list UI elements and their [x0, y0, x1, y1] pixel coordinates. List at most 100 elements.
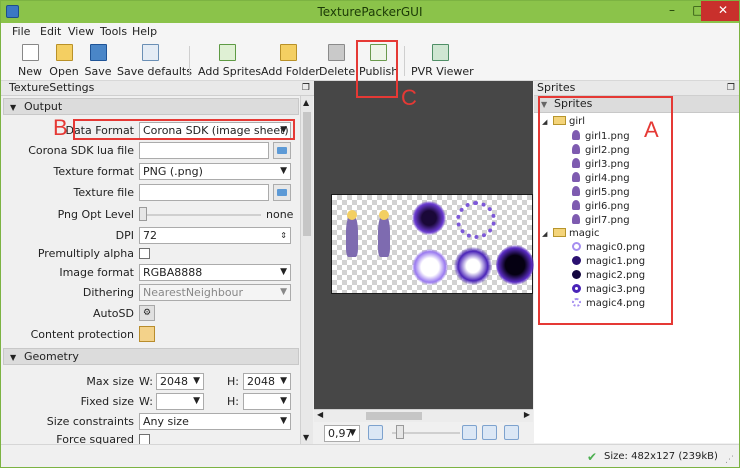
magic-sprite [496, 245, 534, 285]
menu-help[interactable]: Help [132, 25, 157, 38]
minimize-button[interactable]: – [659, 1, 685, 21]
new-label: New [18, 65, 42, 78]
dpi-spinbox[interactable]: 72 ⇕ [139, 227, 291, 244]
dpi-label: DPI [115, 229, 134, 242]
scroll-down-icon[interactable]: ▼ [303, 433, 309, 442]
zoom-in-icon[interactable] [462, 425, 477, 440]
fixed-size-width-select[interactable]: ▼ [156, 393, 204, 410]
zoom-slider[interactable] [396, 425, 404, 439]
output-section-header[interactable]: ▼ Output [3, 98, 299, 115]
new-button[interactable]: New [15, 44, 45, 80]
texture-file-input[interactable] [139, 184, 269, 201]
max-size-width-select[interactable]: 2048 ▼ [156, 373, 204, 390]
menu-edit[interactable]: Edit [40, 25, 61, 38]
output-section-title: Output [24, 100, 63, 113]
save-label: Save [84, 65, 112, 78]
toolbar-separator [404, 46, 405, 76]
lock-icon[interactable] [139, 326, 155, 342]
open-label: Open [49, 65, 79, 78]
max-size-label: Max size [86, 375, 134, 388]
canvas-scrollbar-thumb[interactable] [366, 412, 422, 420]
menu-view[interactable]: View [68, 25, 94, 38]
dropdown-arrow-icon: ▼ [280, 267, 287, 277]
premultiply-alpha-label: Premultiply alpha [37, 247, 134, 260]
zoom-actual-size-icon[interactable] [504, 425, 519, 440]
magic-sprite [456, 201, 496, 239]
sprite-sheet-canvas[interactable] [314, 81, 534, 443]
settings-scrollbar[interactable]: ▲ ▼ [300, 96, 313, 444]
texture-format-select[interactable]: PNG (.png) ▼ [139, 163, 291, 180]
add-folder-button[interactable]: Add Folder [261, 44, 320, 80]
image-format-value: RGBA8888 [143, 266, 203, 279]
scroll-left-icon[interactable]: ◀ [317, 410, 323, 419]
magic-sprite [454, 247, 492, 285]
scroll-up-icon[interactable]: ▲ [303, 98, 309, 107]
browse-folder-icon[interactable] [273, 184, 291, 201]
texture-settings-title: TextureSettings ❐ [1, 81, 314, 96]
open-button[interactable]: Open [49, 44, 79, 80]
undock-icon[interactable]: ❐ [727, 81, 735, 95]
pvr-viewer-icon [431, 44, 449, 61]
zoom-bar: 0,97 ▼ [314, 422, 533, 444]
status-bar: ✔ Size: 482x127 (239kB) ⋰ [1, 444, 739, 467]
geometry-section-header[interactable]: ▼ Geometry [3, 348, 299, 365]
add-sprites-label: Add Sprites [198, 65, 262, 78]
add-sprites-icon [218, 44, 236, 61]
annotation-box-c [356, 40, 398, 98]
toolbar-separator [189, 46, 190, 76]
pvr-viewer-button[interactable]: PVR Viewer [411, 44, 474, 80]
collapse-arrow-icon: ▼ [10, 353, 17, 362]
save-defaults-icon [141, 44, 159, 61]
zoom-level-select[interactable]: 0,97 ▼ [324, 425, 360, 442]
annotation-label-c: C [401, 85, 417, 110]
autosd-gear-icon[interactable]: ⚙ [139, 305, 155, 321]
png-opt-slider[interactable] [139, 207, 147, 221]
browse-folder-icon[interactable] [273, 142, 291, 159]
title-bar: TexturePackerGUI – □ ✕ [1, 1, 739, 23]
dropdown-arrow-icon: ▼ [349, 428, 356, 438]
dithering-select[interactable]: NearestNeighbour ▼ [139, 284, 291, 301]
girl-sprite [346, 210, 358, 257]
annotation-label-b: B [53, 115, 68, 140]
new-document-icon [21, 44, 39, 61]
fixed-size-height-select[interactable]: ▼ [243, 393, 291, 410]
dropdown-arrow-icon: ▼ [280, 166, 287, 176]
max-size-height-select[interactable]: 2048 ▼ [243, 373, 291, 390]
add-sprites-button[interactable]: Add Sprites [198, 44, 262, 80]
open-folder-icon [55, 44, 73, 61]
add-folder-icon [279, 44, 297, 61]
delete-button[interactable]: Delete [319, 44, 355, 80]
resize-grip-icon[interactable]: ⋰ [725, 455, 734, 465]
zoom-fit-icon[interactable] [482, 425, 497, 440]
zoom-out-icon[interactable] [368, 425, 383, 440]
close-button[interactable]: ✕ [701, 1, 739, 21]
image-format-select[interactable]: RGBA8888 ▼ [139, 264, 291, 281]
sprites-panel-title-text: Sprites [537, 81, 576, 94]
sprites-panel-title: Sprites ❐ [534, 81, 739, 96]
png-opt-value: none [266, 208, 294, 221]
sprite-sheet-preview [331, 194, 534, 294]
scroll-right-icon[interactable]: ▶ [524, 410, 530, 419]
menu-tools[interactable]: Tools [100, 25, 127, 38]
undock-icon[interactable]: ❐ [302, 81, 310, 95]
dpi-value: 72 [143, 229, 157, 242]
canvas-horizontal-scrollbar[interactable]: ◀ ▶ [314, 409, 533, 422]
menu-file[interactable]: File [12, 25, 30, 38]
size-constraints-select[interactable]: Any size ▼ [139, 413, 291, 430]
premultiply-alpha-checkbox[interactable] [139, 248, 150, 259]
dropdown-arrow-icon: ▼ [280, 396, 287, 406]
texture-format-value: PNG (.png) [143, 165, 203, 178]
max-size-w-label: W: [139, 375, 153, 388]
force-squared-checkbox[interactable] [139, 434, 150, 444]
save-defaults-label: Save defaults [117, 65, 192, 78]
pvr-viewer-label: PVR Viewer [411, 65, 474, 78]
dropdown-arrow-icon: ▼ [280, 416, 287, 426]
spin-arrows-icon[interactable]: ⇕ [280, 228, 287, 243]
dropdown-arrow-icon: ▼ [193, 396, 200, 406]
corona-lua-input[interactable] [139, 142, 269, 159]
app-window: TexturePackerGUI – □ ✕ File Edit View To… [0, 0, 740, 468]
save-button[interactable]: Save [83, 44, 113, 80]
settings-scrollbar-thumb[interactable] [303, 112, 311, 236]
save-defaults-button[interactable]: Save defaults [117, 44, 192, 80]
annotation-label-a: A [644, 117, 659, 142]
